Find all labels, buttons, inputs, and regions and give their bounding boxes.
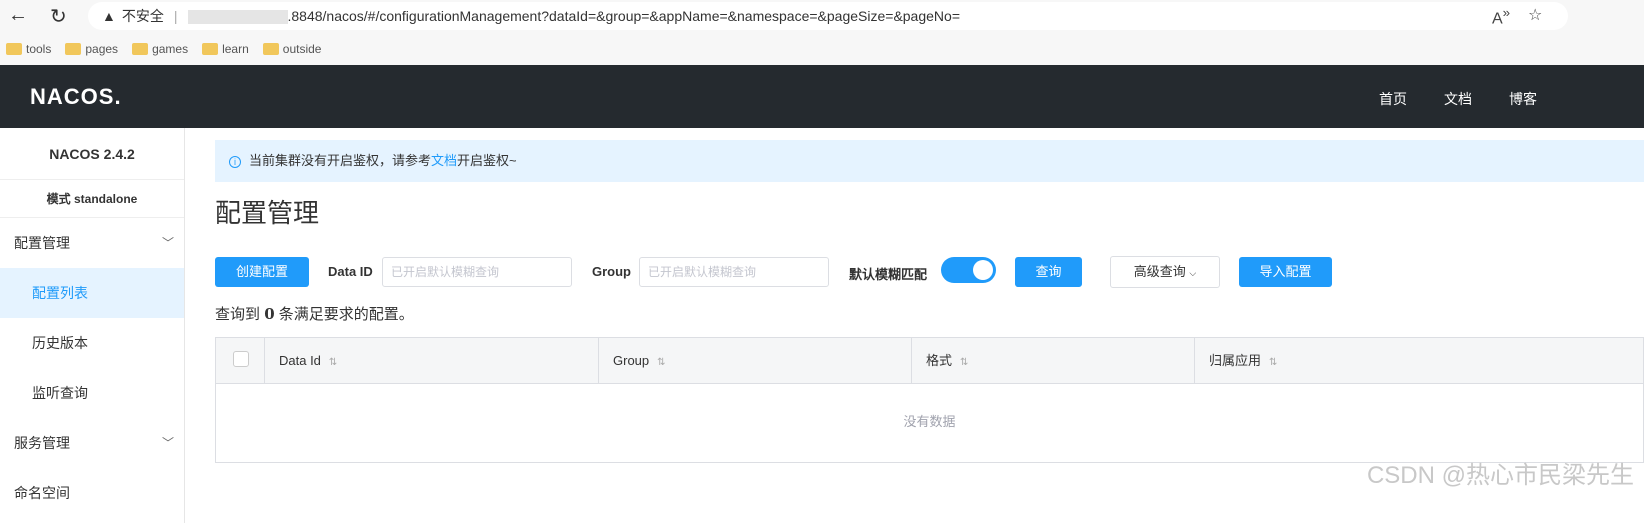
star-icon[interactable]: ☆ xyxy=(1528,5,1542,25)
folder-icon xyxy=(6,43,22,55)
import-config-button[interactable]: 导入配置 xyxy=(1239,257,1332,287)
chevron-down-icon: ﹀ xyxy=(161,436,174,450)
group-input[interactable] xyxy=(639,257,829,287)
browser-chrome: ← ↻ ▲ 不安全 | .8848/nacos/#/configurationMana… xyxy=(0,0,1644,65)
sidebar-item-listener[interactable]: 监听查询 xyxy=(0,368,184,418)
data-id-label: Data ID xyxy=(328,264,373,279)
nav-docs[interactable]: 文档 xyxy=(1444,89,1472,109)
bookmark[interactable]: outside xyxy=(262,42,321,56)
version: NACOS 2.4.2 xyxy=(0,128,184,180)
advanced-query-button[interactable]: 高级查询 ⌵ xyxy=(1110,256,1220,288)
page-title: 配置管理 xyxy=(215,198,320,228)
fuzzy-label: 默认模糊匹配 xyxy=(849,267,928,282)
folder-icon xyxy=(65,43,82,55)
chevron-down-icon: ﹀ xyxy=(161,236,174,250)
folder-icon xyxy=(132,43,149,55)
security-label: 不安全 xyxy=(121,8,164,24)
select-all-checkbox[interactable] xyxy=(233,351,249,367)
info-icon: i xyxy=(229,156,241,168)
bookmark[interactable]: pages xyxy=(65,42,118,56)
top-header: NACOS. 首页 文档 博客 xyxy=(0,65,1644,128)
sidebar-item-namespace[interactable]: 命名空间 xyxy=(0,468,184,518)
sidebar-group-service[interactable]: 服务管理 ﹀ xyxy=(0,418,184,468)
fuzzy-toggle[interactable] xyxy=(941,257,996,283)
bookmark[interactable]: games xyxy=(132,42,188,56)
col-format[interactable]: 格式 ⇅ xyxy=(912,338,1195,384)
read-aloud-icon[interactable]: A» xyxy=(1492,5,1510,28)
bookmark[interactable]: tools xyxy=(6,42,51,56)
data-id-input[interactable] xyxy=(382,257,572,287)
col-app[interactable]: 归属应用 ⇅ xyxy=(1195,338,1643,384)
col-group[interactable]: Group ⇅ xyxy=(599,338,912,384)
docs-link[interactable]: 文档 xyxy=(431,153,457,168)
sidebar: NACOS 2.4.2 模式 standalone 配置管理 ﹀ 配置列表 历史版… xyxy=(0,128,185,523)
empty-state: 没有数据 xyxy=(903,414,956,429)
mode: 模式 standalone xyxy=(0,180,184,218)
redacted-host xyxy=(187,10,288,25)
sort-icon: ⇅ xyxy=(960,357,969,368)
sidebar-item-config-list[interactable]: 配置列表 xyxy=(0,268,184,318)
sort-icon: ⇅ xyxy=(657,357,666,368)
sort-icon: ⇅ xyxy=(1269,357,1278,368)
warning-icon: ▲ xyxy=(102,8,116,24)
folder-icon xyxy=(202,43,219,55)
auth-alert: i 当前集群没有开启鉴权，请参考文档开启鉴权~ xyxy=(215,140,1644,182)
bookmarks-bar: tools pages games learn outside xyxy=(0,38,321,60)
sidebar-group-config[interactable]: 配置管理 ﹀ xyxy=(0,218,184,268)
result-count: 查询到 0 条满足要求的配置。 xyxy=(215,305,414,323)
group-label: Group xyxy=(592,264,631,279)
sort-icon: ⇅ xyxy=(328,357,338,368)
watermark: CSDN @热心市民梁先生 xyxy=(1366,462,1634,489)
url-text: .8848/nacos/#/configurationManagement?da… xyxy=(287,8,961,24)
col-data-id[interactable]: Data Id ⇅ xyxy=(265,338,599,384)
nav-blog[interactable]: 博客 xyxy=(1509,89,1537,109)
config-table: Data Id ⇅ Group ⇅ 格式 ⇅ 归属应用 ⇅ 没有数据 xyxy=(215,337,1644,463)
chevron-down-icon: ⌵ xyxy=(1189,268,1197,278)
nacos-logo[interactable]: NACOS. xyxy=(30,84,122,110)
query-button[interactable]: 查询 xyxy=(1015,257,1082,287)
folder-icon xyxy=(262,43,279,55)
create-config-button[interactable]: 创建配置 xyxy=(215,257,309,287)
address-bar[interactable]: ▲ 不安全 | .8848/nacos/#/configurationManageme… xyxy=(88,2,1568,30)
select-all-checkbox-cell xyxy=(216,338,265,384)
reload-button[interactable]: ↻ xyxy=(50,4,67,29)
nav-home[interactable]: 首页 xyxy=(1379,89,1407,109)
back-button[interactable]: ← xyxy=(8,4,28,27)
sidebar-item-history[interactable]: 历史版本 xyxy=(0,318,184,368)
bookmark[interactable]: learn xyxy=(202,42,249,56)
